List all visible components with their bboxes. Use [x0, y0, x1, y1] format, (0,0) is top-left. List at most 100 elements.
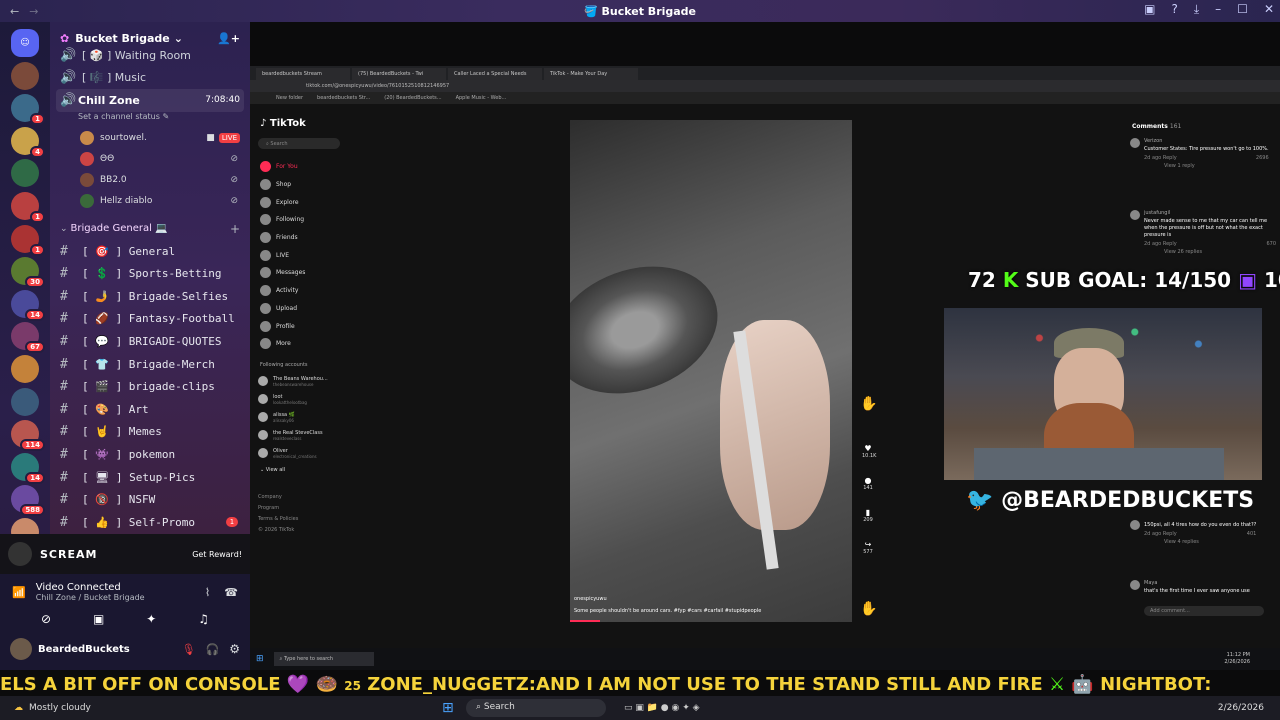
video-action[interactable]: ♥ 10.1K — [862, 444, 876, 476]
category-brigade-general[interactable]: ⌄ Brigade General 💻 + — [50, 218, 250, 240]
footer-link[interactable]: Program — [258, 503, 298, 514]
tiktok-nav-item[interactable]: Following — [250, 211, 350, 229]
promo-banner[interactable]: SCREAM Get Reward! — [0, 534, 250, 574]
tiktok-nav-item[interactable]: Messages — [250, 264, 350, 282]
server-icon[interactable]: 1 — [11, 224, 45, 256]
voice-user[interactable]: BB2.0 ⊘ — [50, 170, 250, 191]
channel-status-prompt[interactable]: Set a channel status ✎ — [50, 112, 250, 128]
voice-channel[interactable]: 🔊 [ 🎲 ] Waiting Room — [50, 44, 250, 67]
footer-link[interactable]: Terms & Policies — [258, 514, 298, 525]
text-channel[interactable]: # [ 🤘 ] Memes — [50, 421, 250, 444]
mute-icon[interactable]: 🎙 — [182, 643, 196, 656]
browser-tab[interactable]: (75) BeardedBuckets - Twi — [352, 68, 446, 80]
voice-user[interactable]: Hellz diablo ⊘ — [50, 191, 250, 212]
maximize-button[interactable]: ☐ — [1237, 2, 1248, 17]
taskbar-apps-icon[interactable]: ▭ ▣ 📁 ● ◉ ✦ ◈ — [624, 703, 700, 713]
tiktok-search-input[interactable]: ⌕ Search — [258, 138, 340, 149]
activities-icon[interactable]: ✦ — [146, 612, 156, 626]
voice-user[interactable]: sourtowel. ■ LIVE — [50, 128, 250, 149]
text-channel[interactable]: # [ 🎨 ] Art — [50, 398, 250, 421]
footer-link[interactable]: Company — [258, 492, 298, 503]
tiktok-nav-item[interactable]: Shop — [250, 176, 350, 194]
comment[interactable]: justafungil Never made sense to me that m… — [1130, 210, 1276, 255]
tiktok-nav-item[interactable]: Profile — [250, 317, 350, 335]
server-icon[interactable]: 1 — [11, 191, 45, 223]
bookmark-item[interactable]: (20) BeardedBuckets... — [384, 95, 441, 101]
text-channel[interactable]: # [ 👍 ] Self-Promo 1 — [50, 511, 250, 534]
text-channel[interactable]: # [ 👾 ] pokemon — [50, 443, 250, 466]
browser-tab[interactable]: TikTok - Make Your Day — [544, 68, 638, 80]
url-bar[interactable]: tiktok.com/@onespicyuwu/video/7610152510… — [250, 80, 1280, 92]
forward-arrow-icon[interactable]: → — [29, 5, 38, 18]
video-author[interactable]: onespicyuwu — [574, 596, 607, 602]
video-action[interactable]: ● 141 — [862, 476, 874, 508]
settings-gear-icon[interactable]: ⚙ — [229, 642, 240, 656]
tiktok-nav-item[interactable]: Upload — [250, 300, 350, 318]
bookmark-item[interactable]: New folder — [276, 95, 303, 101]
following-account[interactable]: the Real SteveClass realsteveclass — [258, 426, 354, 444]
footer-link[interactable]: © 2026 TikTok — [258, 525, 298, 536]
view-replies-link[interactable]: View 4 replies — [1144, 539, 1256, 545]
download-icon[interactable]: ⤓ — [1194, 2, 1199, 17]
server-icon[interactable] — [11, 61, 39, 90]
text-channel[interactable]: # [ 🏈 ] Fantasy-Football — [50, 308, 250, 331]
get-reward-button[interactable]: Get Reward! — [192, 550, 242, 559]
deafen-icon[interactable]: 🎧 — [206, 643, 220, 656]
bookmark-item[interactable]: beardedbuckets Str... — [317, 95, 370, 101]
following-account[interactable]: alissa 🌿 alissaky06 — [258, 408, 354, 426]
view-all-link[interactable]: ⌄ View all — [260, 467, 285, 473]
server-icon[interactable]: 1 — [11, 94, 45, 126]
server-icon[interactable]: 30 — [11, 257, 45, 289]
text-channel[interactable]: # [ 🖥 ] Setup-Pics — [50, 466, 250, 489]
server-icon[interactable]: 14 — [11, 289, 45, 321]
tiktok-nav-item[interactable]: Activity — [250, 282, 350, 300]
disconnect-icon[interactable]: ☎ — [224, 586, 238, 599]
add-member-icon[interactable]: 👤+ — [217, 32, 240, 45]
server-icon[interactable] — [11, 354, 39, 383]
tiktok-logo[interactable]: ♪ TikTok — [260, 118, 306, 129]
text-channel[interactable]: # [ 👕 ] Brigade-Merch — [50, 353, 250, 376]
noise-suppression-icon[interactable]: ⌇ — [205, 586, 210, 599]
text-channel[interactable]: # [ 💬 ] BRIGADE-QUOTES — [50, 330, 250, 353]
help-icon[interactable]: ? — [1171, 2, 1177, 17]
browser-tab[interactable]: beardedbuckets Stream — [256, 68, 350, 80]
voice-user[interactable]: ΘΘ ⊘ — [50, 149, 250, 170]
avatar[interactable] — [10, 638, 32, 660]
server-icon[interactable]: 14 — [11, 452, 45, 484]
text-channel[interactable]: # [ 🎬 ] brigade-clips — [50, 375, 250, 398]
tiktok-nav-item[interactable]: LIVE — [250, 246, 350, 264]
add-comment-input[interactable]: Add comment... — [1144, 606, 1264, 616]
following-account[interactable]: loot lookatthelootbag — [258, 390, 354, 408]
following-account[interactable]: Oliver electronical_creations — [258, 444, 354, 462]
close-button[interactable]: ✕ — [1264, 2, 1274, 17]
tiktok-nav-item[interactable]: For You — [250, 158, 350, 176]
text-channel[interactable]: # [ 🤳 ] Brigade-Selfies — [50, 285, 250, 308]
taskbar-search-box[interactable]: ⌕ Search — [466, 699, 606, 717]
comment[interactable]: 150psi, all 4 tires how do you even do t… — [1130, 520, 1276, 545]
following-account[interactable]: The Beans Warehou... thebeanswarehouse — [258, 372, 354, 390]
server-icon[interactable] — [11, 159, 39, 188]
tiktok-nav-item[interactable]: More — [250, 335, 350, 353]
server-icon[interactable] — [11, 387, 39, 416]
comment-time-reply[interactable]: 2d ago Reply — [1144, 155, 1177, 161]
comment-likes[interactable]: 2696 — [1256, 155, 1269, 161]
tiktok-nav-item[interactable]: Friends — [250, 229, 350, 247]
video-player[interactable]: onespicyuwu Some people shouldn't be aro… — [570, 120, 852, 622]
text-channel[interactable]: # [ 🔞 ] NSFW — [50, 488, 250, 511]
comment[interactable]: Verizon Customer States: Tire pressure wo… — [1130, 138, 1276, 169]
video-progress-bar[interactable] — [570, 620, 600, 622]
video-action[interactable]: ↪ 577 — [862, 540, 874, 572]
voice-channel[interactable]: 🔊 [ 🎼 ] Music — [50, 67, 250, 90]
bookmark-item[interactable]: Apple Music - Web... — [456, 95, 507, 101]
inbox-icon[interactable]: ▣ — [1144, 2, 1155, 17]
tiktok-nav-item[interactable]: Explore — [250, 193, 350, 211]
view-replies-link[interactable]: View 1 reply — [1144, 163, 1269, 169]
comment-time-reply[interactable]: 2d ago Reply — [1144, 241, 1177, 247]
comment-likes[interactable]: 670 — [1266, 241, 1276, 247]
back-arrow-icon[interactable]: ← — [10, 5, 19, 18]
camera-off-icon[interactable]: ⊘ — [41, 612, 51, 626]
comment[interactable]: Maya that's the first time I ever saw any… — [1130, 580, 1276, 599]
server-icon[interactable]: 114 — [11, 420, 45, 452]
browser-tab[interactable]: Caller Laced a Special Needs — [448, 68, 542, 80]
screen-share-icon[interactable]: ▣ — [93, 612, 104, 626]
